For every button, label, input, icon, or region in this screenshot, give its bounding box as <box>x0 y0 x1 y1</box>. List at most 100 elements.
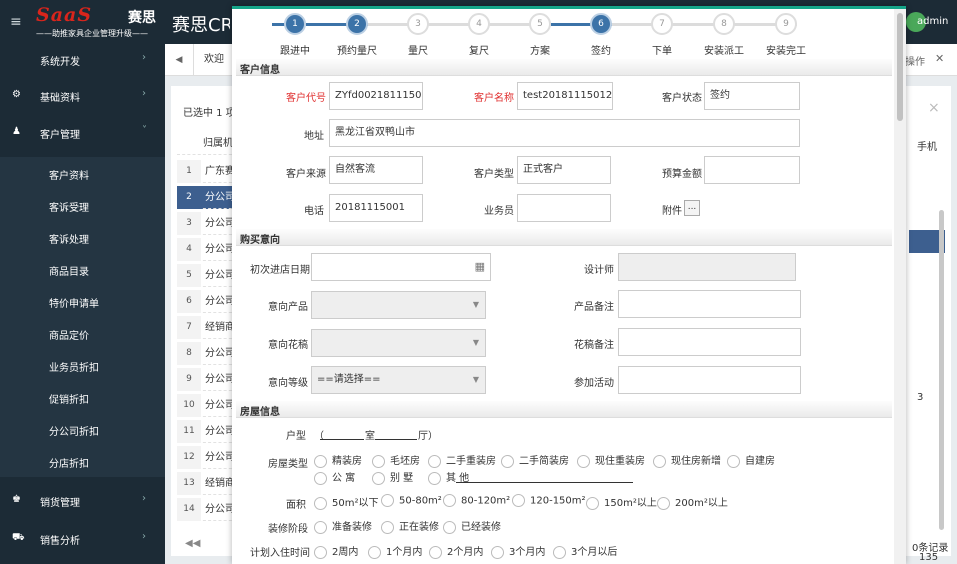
visit-date-field[interactable]: ▦ <box>311 253 491 281</box>
moves-radio[interactable]: 1个月内 <box>368 543 422 559</box>
sidebar-sub-item[interactable]: 商品目录 <box>0 253 165 285</box>
pager-first-button[interactable]: ◀◀ <box>185 538 200 549</box>
moves-radio[interactable]: 3个月以后 <box>553 543 617 559</box>
expand-icon[interactable]: ✕ <box>935 52 944 65</box>
radio-circle-icon[interactable] <box>314 471 327 485</box>
sidebar-item-customer[interactable]: ♟ 客户管理 ˅ <box>0 117 165 149</box>
radio-circle-icon[interactable] <box>428 454 441 468</box>
table-row[interactable]: 14 分公司 <box>177 498 237 521</box>
flower-note-field[interactable] <box>618 328 801 356</box>
table-row[interactable]: 5 分公司 <box>177 264 237 287</box>
table-row[interactable]: 12 分公司 <box>177 446 237 469</box>
sidebar-sub-item[interactable]: 商品定价 <box>0 317 165 349</box>
modal-scrollbar[interactable] <box>894 9 906 564</box>
step-3[interactable]: 3 <box>407 13 429 35</box>
htypes-radio[interactable]: 二手重装房 <box>428 452 496 468</box>
activity-field[interactable] <box>618 366 801 394</box>
htypes-radio[interactable]: 自建房 <box>727 452 775 468</box>
sidebar-item-analysis[interactable]: ⛟ 销售分析 › <box>0 523 165 555</box>
table-row[interactable]: 3 分公司 <box>177 212 237 235</box>
sidebar-sub-item[interactable]: 业务员折扣 <box>0 349 165 381</box>
customer-source-field[interactable]: 自然客流 <box>329 156 423 184</box>
product-note-field[interactable] <box>618 290 801 318</box>
radio-circle-icon[interactable] <box>429 545 442 559</box>
radio-circle-icon[interactable] <box>727 454 740 468</box>
radio-circle-icon[interactable] <box>657 496 670 510</box>
table-row[interactable]: 13 经销商 <box>177 472 237 495</box>
attachment-button[interactable]: ... <box>684 200 700 216</box>
budget-field[interactable] <box>704 156 800 184</box>
moves-radio[interactable]: 3个月内 <box>491 543 545 559</box>
sidebar-sub-item[interactable]: 分店折扣 <box>0 445 165 477</box>
sidebar-sub-item[interactable]: 客户资料 <box>0 157 165 189</box>
table-row[interactable]: 11 分公司 <box>177 420 237 443</box>
sidebar-sub-item[interactable]: 促销折扣 <box>0 381 165 413</box>
hall-count-input[interactable] <box>375 439 417 440</box>
step-9[interactable]: 9 <box>775 13 797 35</box>
table-row[interactable]: 10 分公司 <box>177 394 237 417</box>
other-house-type-input[interactable] <box>456 482 633 483</box>
sidebar-item-dev[interactable]: › 系统开发 <box>0 44 165 76</box>
phone-field[interactable]: 20181115001 <box>329 194 423 222</box>
sidebar-item-sales[interactable]: ♚ 销货管理 › <box>0 485 165 517</box>
radio-circle-icon[interactable] <box>314 545 327 559</box>
areas-radio[interactable]: 50-80m² <box>381 494 442 507</box>
step-5[interactable]: 5 <box>529 13 551 35</box>
htypes-radio[interactable]: 毛坯房 <box>372 452 420 468</box>
radio-circle-icon[interactable] <box>381 494 394 507</box>
sidebar-sub-item[interactable]: 客诉处理 <box>0 221 165 253</box>
areas-radio[interactable]: 80-120m² <box>443 494 510 507</box>
sidebar-sub-item[interactable]: 客诉受理 <box>0 189 165 221</box>
radio-circle-icon[interactable] <box>428 471 441 485</box>
level-select[interactable]: ==请选择== ▼ <box>311 366 486 394</box>
radio-circle-icon[interactable] <box>577 454 590 468</box>
moves-radio[interactable]: 2周内 <box>314 543 358 559</box>
table-row[interactable]: 1 广东赛思 <box>177 160 245 183</box>
table-row[interactable]: 7 经销商 <box>177 316 237 339</box>
stages-radio[interactable]: 正在装修 <box>381 518 439 534</box>
htypes-radio[interactable]: 二手简装房 <box>501 452 569 468</box>
moves-radio[interactable]: 2个月内 <box>429 543 483 559</box>
radio-circle-icon[interactable] <box>314 496 327 510</box>
radio-circle-icon[interactable] <box>501 454 514 468</box>
step-1[interactable]: 1 <box>284 13 306 35</box>
areas-radio[interactable]: 200m²以上 <box>657 494 728 510</box>
calendar-icon[interactable]: ▦ <box>475 254 485 280</box>
table-row[interactable]: 4 分公司 <box>177 238 237 261</box>
step-8[interactable]: 8 <box>713 13 735 35</box>
user-menu[interactable]: admin <box>906 12 957 32</box>
areas-radio[interactable]: 150m²以上 <box>586 494 657 510</box>
radio-circle-icon[interactable] <box>443 494 456 507</box>
step-7[interactable]: 7 <box>651 13 673 35</box>
menu-toggle-icon[interactable]: ≡ <box>10 14 22 30</box>
radio-circle-icon[interactable] <box>586 496 599 510</box>
htypes-radio[interactable]: 精装房 <box>314 452 362 468</box>
htypes-radio[interactable]: 现住房新增 <box>653 452 721 468</box>
product-select[interactable]: ▼ <box>311 291 486 319</box>
radio-circle-icon[interactable] <box>372 454 385 468</box>
radio-circle-icon[interactable] <box>368 545 381 559</box>
radio-circle-icon[interactable] <box>372 471 385 485</box>
radio-circle-icon[interactable] <box>553 545 566 559</box>
radio-circle-icon[interactable] <box>381 520 394 534</box>
tab-prev-button[interactable]: ◀ <box>169 50 189 70</box>
salesman-field[interactable] <box>517 194 611 222</box>
radio-circle-icon[interactable] <box>653 454 666 468</box>
close-icon[interactable]: × <box>928 100 940 116</box>
room-count-input[interactable] <box>320 439 364 440</box>
step-4[interactable]: 4 <box>468 13 490 35</box>
radio-circle-icon[interactable] <box>443 520 456 534</box>
radio-circle-icon[interactable] <box>314 520 327 534</box>
htypes-radio[interactable]: 别 墅 <box>372 469 413 485</box>
htypes-radio[interactable]: 现住重装房 <box>577 452 645 468</box>
sidebar-sub-item[interactable]: 分公司折扣 <box>0 413 165 445</box>
radio-circle-icon[interactable] <box>512 494 525 507</box>
flower-select[interactable]: ▼ <box>311 329 486 357</box>
customer-name-field[interactable]: test20181115012018 <box>517 82 613 110</box>
table-row[interactable]: 6 分公司 <box>177 290 237 313</box>
htypes-radio[interactable]: 公 寓 <box>314 469 355 485</box>
tab-ops-dropdown[interactable]: 操作 <box>905 53 925 68</box>
step-6[interactable]: 6 <box>590 13 612 35</box>
radio-circle-icon[interactable] <box>314 454 327 468</box>
table-row[interactable]: 8 分公司 <box>177 342 237 365</box>
